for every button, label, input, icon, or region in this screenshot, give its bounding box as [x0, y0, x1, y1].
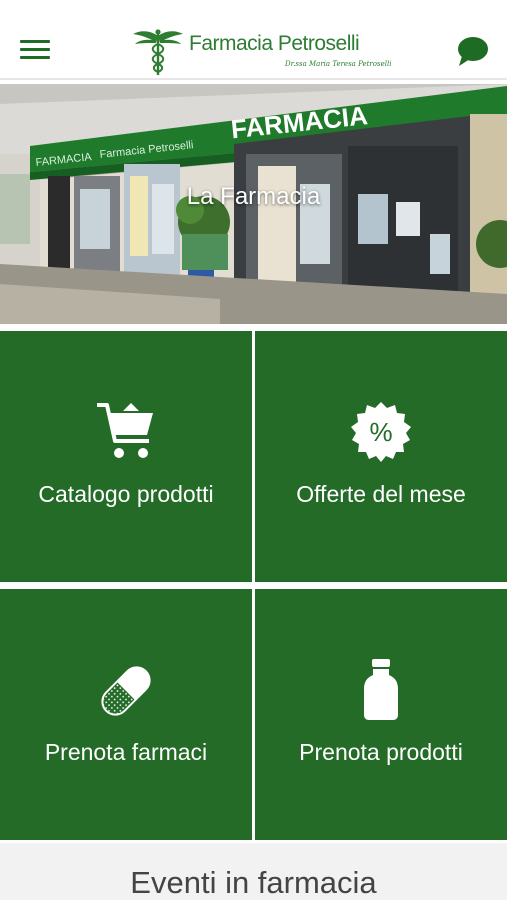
brand-subtitle: Dr.ssa Maria Teresa Petroselli: [285, 60, 392, 68]
pill-capsule-icon: [101, 666, 151, 716]
tile-label: Prenota prodotti: [299, 739, 463, 765]
tile-catalogo-prodotti[interactable]: Catalogo prodotti: [0, 331, 252, 582]
tile-offerte-del-mese[interactable]: % Offerte del mese: [255, 331, 507, 582]
tile-label: Catalogo prodotti: [38, 481, 214, 507]
caduceus-icon: [133, 29, 183, 75]
tile-prenota-farmaci[interactable]: Prenota farmaci: [0, 589, 252, 840]
pharmacy-banner[interactable]: FARMACIA FARMACIA Farmacia Petroselli La…: [0, 84, 507, 324]
banner-title: La Farmacia: [186, 183, 321, 210]
shopping-cart-icon: [97, 403, 153, 458]
percent-badge-icon: %: [351, 402, 411, 462]
app-header: Farmacia Petroselli Dr.ssa Maria Teresa …: [0, 0, 507, 80]
tile-label: Prenota farmaci: [44, 739, 208, 765]
percent-symbol: %: [369, 417, 392, 447]
tile-prenota-prodotti[interactable]: Prenota prodotti: [255, 589, 507, 840]
bottle-icon: [364, 659, 398, 720]
brand-logo[interactable]: Farmacia Petroselli Dr.ssa Maria Teresa …: [132, 26, 391, 76]
events-section[interactable]: Eventi in farmacia: [0, 843, 507, 900]
chat-bubble-icon[interactable]: [456, 36, 490, 68]
hamburger-menu-icon[interactable]: [20, 40, 50, 62]
brand-name: Farmacia Petroselli: [189, 32, 360, 55]
tile-label: Offerte del mese: [296, 481, 466, 507]
events-title: Eventi in farmacia: [130, 865, 377, 900]
